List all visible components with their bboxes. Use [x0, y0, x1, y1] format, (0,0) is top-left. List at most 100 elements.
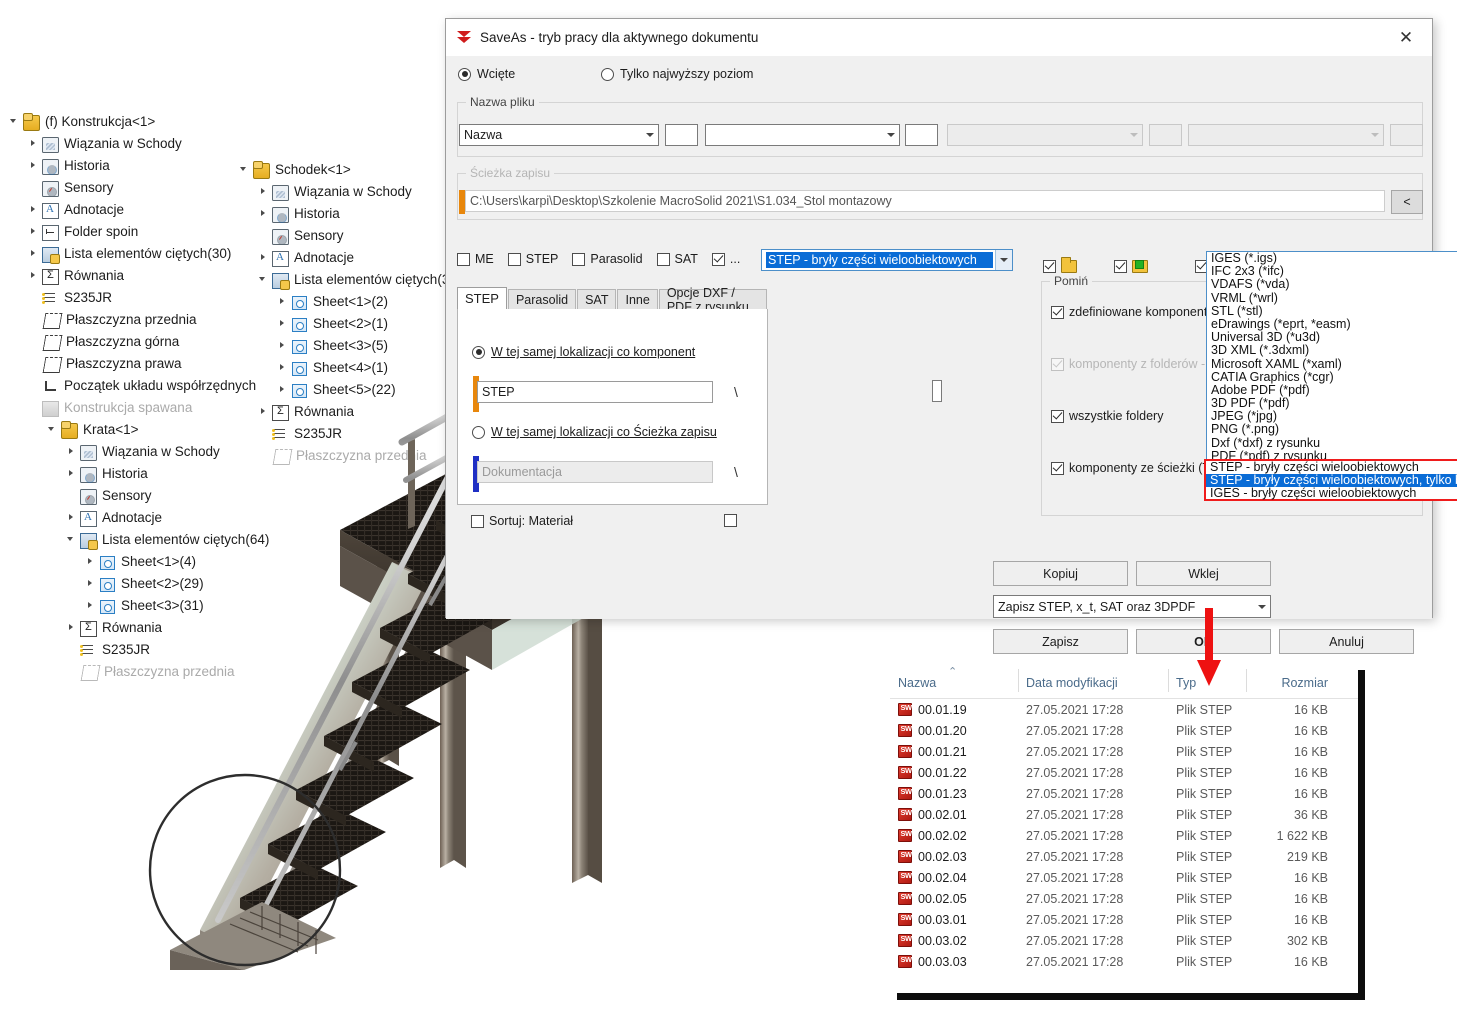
radio-same-location-as-component[interactable]: W tej samej lokalizacji co komponent	[472, 345, 695, 359]
tree-item[interactable]: Sheet<3>(5)	[276, 336, 388, 355]
tree-item[interactable]: Lista elementów ciętych(64)	[65, 530, 269, 550]
tree-item[interactable]: Historia	[27, 156, 110, 175]
tree-item[interactable]: Schodek<1>	[238, 160, 351, 179]
chevron-right-icon[interactable]	[84, 577, 97, 590]
chevron-down-icon[interactable]	[257, 273, 270, 286]
chevron-right-icon[interactable]	[276, 361, 289, 374]
dropdown-option[interactable]: VDAFS (*vda)	[1207, 278, 1457, 291]
tree-item[interactable]: Lista elementów ciętych(30)	[27, 244, 231, 264]
filename-sep3-input[interactable]	[1149, 124, 1182, 146]
savepath-input[interactable]: C:\Users\karpi\Desktop\Szkolenie MacroSo…	[465, 190, 1385, 212]
icon-checkbox-folder-yellow-icon[interactable]	[1043, 256, 1082, 273]
chevron-right-icon[interactable]	[257, 405, 270, 418]
tree-item[interactable]: Adnotacje	[27, 200, 124, 219]
tree-item[interactable]: Sensory	[27, 178, 114, 197]
table-row[interactable]: 00.03.02 27.05.2021 17:28 Plik STEP 302 KB	[890, 930, 1358, 951]
chevron-down-icon[interactable]	[238, 163, 251, 176]
tab-opcje[interactable]: Opcje DXF / PDF z rysunku	[658, 286, 767, 314]
tree-item[interactable]: Lista elementów ciętych(31)	[257, 270, 461, 290]
chevron-right-icon[interactable]	[257, 207, 270, 220]
chevron-right-icon[interactable]	[257, 251, 270, 264]
dropdown-option[interactable]: Dxf (*dxf) z rysunku	[1207, 436, 1457, 450]
table-row[interactable]: 00.02.05 27.05.2021 17:28 Plik STEP 16 KB	[890, 888, 1358, 909]
tree-item[interactable]: Sheet<5>(22)	[276, 380, 396, 399]
chevron-right-icon[interactable]	[27, 247, 40, 260]
dropdown-option[interactable]: STL (*stl)	[1207, 304, 1457, 318]
chevron-right-icon[interactable]	[84, 555, 97, 568]
skip-checkbox-2[interactable]: wszystkie foldery	[1051, 409, 1163, 423]
chevron-right-icon[interactable]	[276, 295, 289, 308]
tree-item[interactable]: Płaszczyzna przednia	[27, 310, 197, 329]
tree-item[interactable]: Równania	[27, 266, 124, 285]
format-combo-dropdown[interactable]: IGES (*.igs) IFC 2x3 (*ifc) VDAFS (*vda) VR…	[1206, 251, 1457, 464]
skip-checkbox-0[interactable]: zdefiniowane komponenty	[1051, 305, 1214, 319]
chevron-down-icon[interactable]	[8, 115, 21, 128]
subfolder2-input[interactable]: Dokumentacja	[477, 461, 713, 483]
chevron-right-icon[interactable]	[65, 511, 78, 524]
tab-sat[interactable]: SAT	[577, 289, 617, 309]
chevron-right-icon[interactable]	[65, 621, 78, 634]
tree-item[interactable]: Historia	[65, 464, 148, 483]
table-row[interactable]: 00.03.01 27.05.2021 17:28 Plik STEP 16 KB	[890, 909, 1358, 930]
close-icon[interactable]: ✕	[1386, 23, 1426, 53]
tree-item[interactable]: Sheet<4>(1)	[276, 358, 388, 377]
chevron-right-icon[interactable]	[65, 445, 78, 458]
tree-item[interactable]: Sheet<1>(2)	[276, 292, 388, 311]
tree-item[interactable]: Folder spoin	[27, 222, 138, 241]
format-combo[interactable]: STEP - bryły części wieloobiektowych	[761, 249, 1013, 271]
dropdown-option-highlighted[interactable]: IGES - bryły części wieloobiektowych	[1206, 487, 1457, 500]
cancel-button[interactable]: Anuluj	[1279, 629, 1414, 654]
chevron-right-icon[interactable]	[27, 225, 40, 238]
tree-item[interactable]: (f) Konstrukcja<1>	[8, 112, 155, 131]
table-row[interactable]: 00.02.03 27.05.2021 17:28 Plik STEP 219 KB	[890, 846, 1358, 867]
column-header-date[interactable]: Data modyfikacji	[1018, 663, 1168, 698]
table-row[interactable]: 00.01.20 27.05.2021 17:28 Plik STEP 16 KB	[890, 720, 1358, 741]
icon-checkbox-folder-yellow-green-icon[interactable]	[1114, 259, 1153, 273]
tree-item[interactable]: Sensory	[257, 226, 344, 245]
save-button[interactable]: Zapisz	[993, 629, 1128, 654]
tab-inne[interactable]: Inne	[617, 289, 658, 309]
chevron-right-icon[interactable]	[276, 317, 289, 330]
filename-sep1-input[interactable]	[665, 124, 698, 146]
tree-item[interactable]: Płaszczyzna górna	[27, 332, 179, 351]
subfolder1-input[interactable]: STEP	[477, 381, 713, 403]
table-row[interactable]: 00.02.04 27.05.2021 17:28 Plik STEP 16 KB	[890, 867, 1358, 888]
tree-item[interactable]: Historia	[257, 204, 340, 223]
dropdown-option[interactable]: Microsoft XAML (*xaml)	[1207, 357, 1457, 371]
tree-item[interactable]: Sheet<2>(29)	[84, 574, 204, 593]
tree-item[interactable]: Płaszczyzna przednia	[65, 662, 235, 681]
format-checkbox-sat[interactable]: SAT	[656, 252, 698, 266]
tree-item[interactable]: Adnotacje	[257, 248, 354, 267]
file-explorer-panel[interactable]: Nazwa ⌃ Data modyfikacji Typ Rozmiar 00.…	[890, 663, 1358, 993]
copy-button[interactable]: Kopiuj	[993, 561, 1128, 586]
table-row[interactable]: 00.01.22 27.05.2021 17:28 Plik STEP 16 KB	[890, 762, 1358, 783]
tree-item[interactable]: Sheet<2>(1)	[276, 314, 388, 333]
chevron-right-icon[interactable]	[27, 269, 40, 282]
column-header-name[interactable]: Nazwa ⌃	[890, 663, 1018, 698]
dropdown-option[interactable]: VRML (*wrl)	[1207, 291, 1457, 305]
filename-part3-combo[interactable]	[947, 124, 1143, 146]
table-row[interactable]: 00.03.03 27.05.2021 17:28 Plik STEP 16 KB	[890, 951, 1358, 972]
chevron-right-icon[interactable]	[257, 185, 270, 198]
filename-part4-combo[interactable]	[1188, 124, 1384, 146]
tree-item[interactable]: S235JR	[27, 288, 112, 307]
table-row[interactable]: 00.01.19 27.05.2021 17:28 Plik STEP 16 KB	[890, 699, 1358, 720]
chevron-down-icon[interactable]	[46, 423, 59, 436]
tree-item[interactable]: Płaszczyzna prawa	[27, 354, 182, 373]
tree-item[interactable]: Wiązania w Schody	[257, 182, 412, 201]
chevron-right-icon[interactable]	[276, 383, 289, 396]
savepath-browse-button[interactable]: <	[1391, 190, 1423, 214]
table-row[interactable]: 00.02.01 27.05.2021 17:28 Plik STEP 36 KB	[890, 804, 1358, 825]
table-row[interactable]: 00.01.21 27.05.2021 17:28 Plik STEP 16 KB	[890, 741, 1358, 762]
tree-item[interactable]: Sheet<3>(31)	[84, 596, 204, 615]
tree-item[interactable]: S235JR	[65, 640, 150, 659]
chevron-right-icon[interactable]	[276, 339, 289, 352]
radio-same-location-as-savepath[interactable]: W tej samej lokalizacji co Ścieżka zapis…	[472, 425, 717, 439]
filename-part2-combo[interactable]	[705, 124, 900, 146]
tree-item[interactable]: Sensory	[65, 486, 152, 505]
tree-item[interactable]: S235JR	[257, 424, 342, 443]
table-row[interactable]: 00.01.23 27.05.2021 17:28 Plik STEP 16 KB	[890, 783, 1358, 804]
paste-button[interactable]: Wklej	[1136, 561, 1271, 586]
dropdown-option[interactable]: 3D XML (*.3dxml)	[1207, 344, 1457, 357]
tree-item[interactable]: Równania	[257, 402, 354, 421]
